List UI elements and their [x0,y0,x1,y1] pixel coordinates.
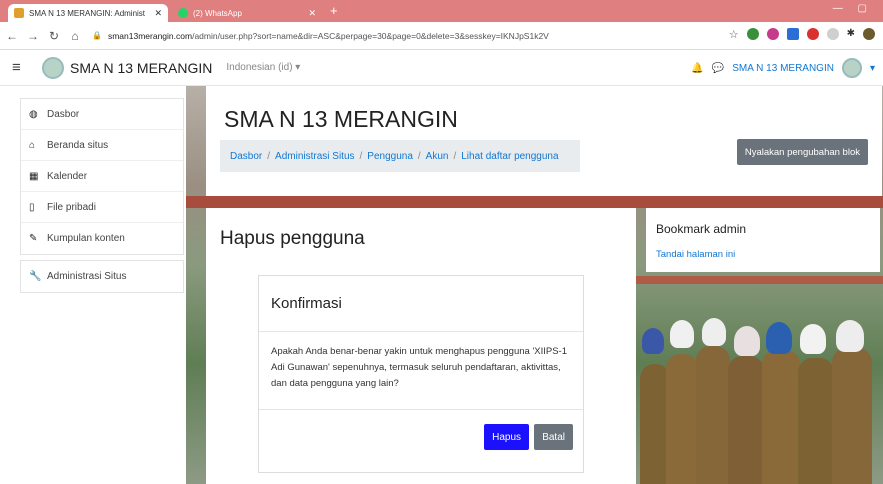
main-region: Hapus pengguna Konfirmasi Apakah Anda be… [206,208,636,484]
extension-icon[interactable] [786,28,799,40]
breadcrumb-item[interactable]: Pengguna [367,151,413,162]
wrench-icon: 🔧 [29,271,42,282]
page-header: SMA N 13 MERANGIN Dasbor / Administrasi … [206,86,882,196]
avatar[interactable] [841,58,862,78]
calendar-icon: ▦ [29,170,39,182]
user-name[interactable]: SMA N 13 MERANGIN [732,63,834,74]
home-icon: ⌂ [29,139,36,151]
site-favicon-icon [14,8,24,18]
background-people-photo [640,318,883,484]
puzzle-icon[interactable]: ✱ [847,28,855,41]
star-icon[interactable]: ☆ [729,28,739,41]
sidebar-item-label: Dasbor [47,108,80,120]
breadcrumb-item[interactable]: Lihat daftar pengguna [461,151,558,162]
address-bar[interactable]: 🔒 sman13merangin.com /admin/user.php?sor… [92,26,772,46]
profile-icon[interactable] [863,28,875,40]
site-name[interactable]: SMA N 13 MERANGIN [70,60,212,76]
school-logo[interactable] [42,56,64,79]
extension-icons: ☆ ✱ [729,28,875,41]
sidebar-item-label: Kalender [47,170,88,182]
chat-icon[interactable]: 💬 [712,63,724,74]
sidebar-group: ◍ Dasbor ⌂ Beranda situs ▦ Kalender ▯ Fi… [20,98,184,255]
breadcrumb: Dasbor / Administrasi Situs / Pengguna /… [220,140,580,172]
sidebar-item-label: Kumpulan konten [47,233,125,244]
bookmark-title: Bookmark admin [656,222,747,236]
sidebar-item-file-pribadi[interactable]: ▯ File pribadi [21,192,183,223]
extension-icon[interactable] [806,28,819,40]
browser-tab-whatsapp[interactable]: (2) WhatsApp ✕ [172,4,322,22]
sidebar-item-kalender[interactable]: ▦ Kalender [21,161,183,192]
sidebar-item-beranda-situs[interactable]: ⌂ Beranda situs [21,130,183,161]
extension-icon[interactable] [826,28,839,40]
delete-button[interactable]: Hapus [484,424,529,450]
file-icon: ▯ [29,201,35,213]
bookmark-page-link[interactable]: Tandai halaman ini [656,249,735,260]
bookmark-admin-block: Bookmark admin Tandai halaman ini [646,208,880,272]
extension-icon[interactable] [746,28,759,40]
sidebar-nav: ◍ Dasbor ⌂ Beranda situs ▦ Kalender ▯ Fi… [20,98,184,298]
cancel-button[interactable]: Batal [534,424,573,450]
breadcrumb-item[interactable]: Dasbor [230,151,262,162]
window-controls[interactable]: — ▢ [833,3,873,14]
sidebar-item-label: Administrasi Situs [47,271,127,282]
lock-icon: 🔒 [92,31,102,40]
user-menu-area: 🔔 💬 SMA N 13 MERANGIN ▾ [691,58,875,78]
browser-tab-bar: SMA N 13 MERANGIN: Administ ✕ (2) WhatsA… [0,0,883,22]
bell-icon[interactable]: 🔔 [691,63,703,74]
tab-label: (2) WhatsApp [193,8,242,18]
breadcrumb-separator: / [417,150,421,162]
paintbrush-icon: ✎ [29,233,38,244]
dialog-footer: Hapus Batal [259,410,583,472]
new-tab-icon[interactable]: + [330,3,338,18]
site-header: ≡ SMA N 13 MERANGIN Indonesian (id) ▾ 🔔 … [0,50,883,86]
dialog-title: Konfirmasi [259,276,583,332]
background-roof [186,196,883,208]
close-tab-icon[interactable]: ✕ [154,8,162,19]
sidebar-item-kumpulan-konten[interactable]: ✎ Kumpulan konten [21,223,183,254]
reload-icon[interactable]: ↻ [45,29,63,43]
sidebar-item-dasbor[interactable]: ◍ Dasbor [21,99,183,130]
breadcrumb-separator: / [453,150,457,162]
extension-icon[interactable] [766,28,779,40]
hamburger-menu-icon[interactable]: ≡ [12,59,42,76]
chevron-down-icon[interactable]: ▾ [870,63,875,74]
breadcrumb-separator: / [267,150,271,162]
language-selector[interactable]: Indonesian (id) ▾ [226,62,300,73]
forward-icon[interactable]: → [24,29,42,43]
breadcrumb-item[interactable]: Administrasi Situs [275,151,354,162]
dashboard-icon: ◍ [29,108,38,120]
url-host: sman13merangin.com [107,30,193,41]
confirm-dialog: Konfirmasi Apakah Anda benar-benar yakin… [258,275,584,473]
url-path: /admin/user.php?sort=name&dir=ASC&perpag… [192,30,549,41]
background-roof [636,276,883,284]
sidebar-item-label: File pribadi [47,201,96,213]
home-nav-icon[interactable]: ⌂ [66,29,84,43]
toggle-block-editing-button[interactable]: Nyalakan pengubahan blok [736,139,868,165]
sidebar-item-label: Beranda situs [47,139,109,151]
breadcrumb-item[interactable]: Akun [426,151,449,162]
sidebar-item-administrasi-situs[interactable]: 🔧 Administrasi Situs [21,261,183,292]
breadcrumb-separator: / [359,150,363,162]
sidebar-group: 🔧 Administrasi Situs [20,260,184,293]
back-icon[interactable]: ← [3,29,21,43]
close-tab-icon[interactable]: ✕ [308,8,316,19]
browser-toolbar: ← → ↻ ⌂ 🔒 sman13merangin.com /admin/user… [0,22,883,50]
tab-label: SMA N 13 MERANGIN: Administ [29,8,146,18]
browser-tab-active[interactable]: SMA N 13 MERANGIN: Administ ✕ [8,4,168,22]
whatsapp-favicon-icon [178,8,188,18]
main-heading: Hapus pengguna [220,228,365,249]
dialog-message: Apakah Anda benar-benar yakin untuk meng… [259,332,583,410]
page-title: SMA N 13 MERANGIN [224,106,458,132]
